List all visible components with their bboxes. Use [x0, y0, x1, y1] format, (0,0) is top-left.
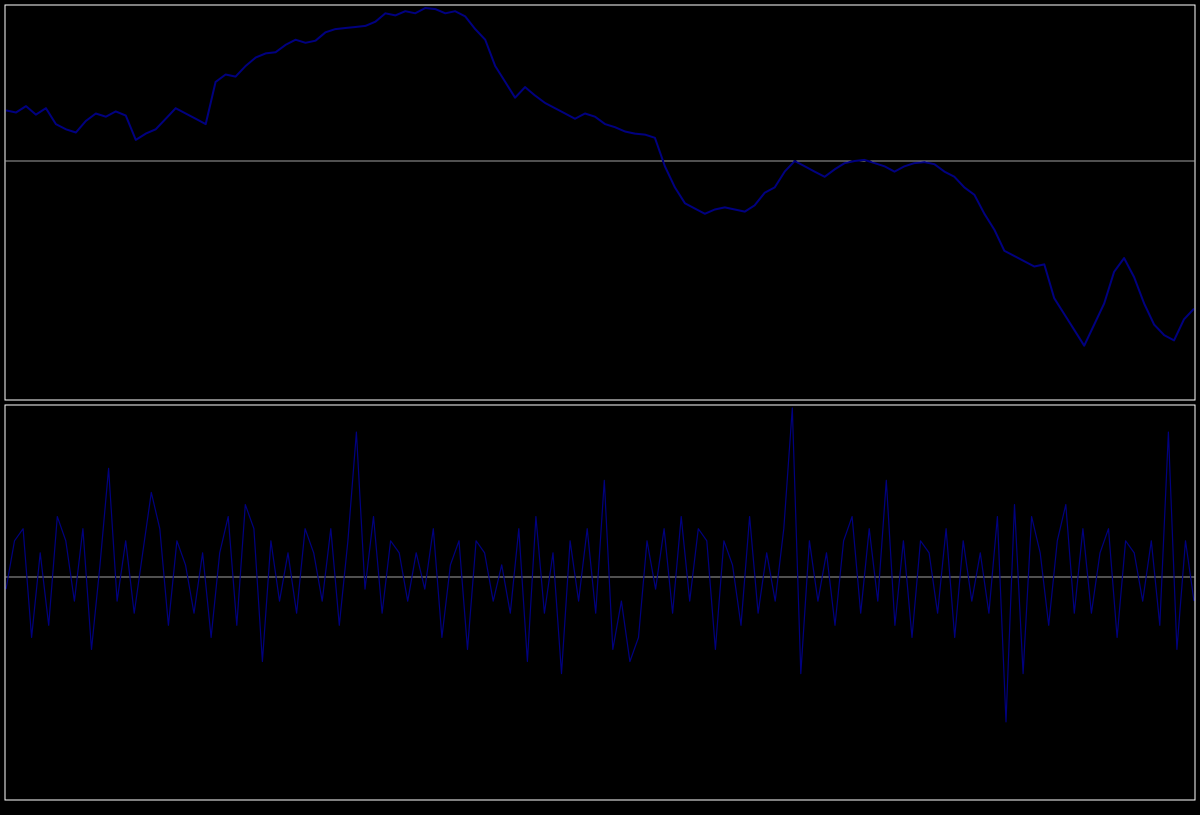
chart-canvas: [0, 0, 1200, 815]
chart-background: [0, 0, 1200, 815]
chart-figure: [0, 0, 1200, 815]
